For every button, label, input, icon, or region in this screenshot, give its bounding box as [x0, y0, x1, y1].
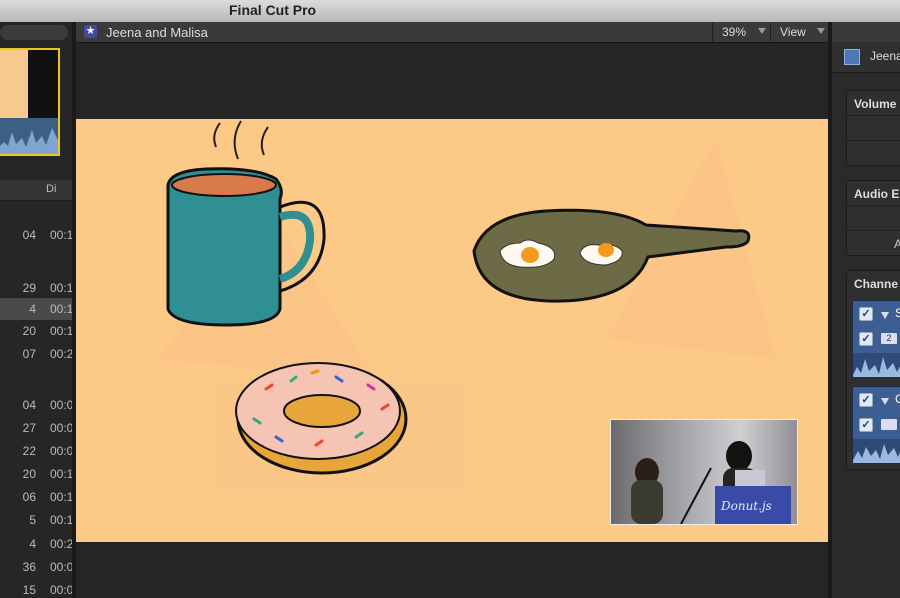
duration-column-header[interactable]: Di: [46, 183, 56, 195]
browser-list-row[interactable]: 06 00:1: [0, 486, 72, 508]
channel-checkbox[interactable]: ✓: [859, 307, 873, 321]
browser-list-row[interactable]: 36 00:0: [0, 556, 72, 578]
thumbnail-audio-waveform: [0, 118, 58, 154]
clip-name-cell: 4: [29, 302, 36, 316]
volume-header[interactable]: Volume: [854, 97, 896, 111]
duration-cell: 00:0: [50, 583, 72, 597]
inspector-header: Jeena: [832, 42, 900, 73]
duration-cell: 00:2: [50, 347, 72, 361]
section-divider: [847, 230, 900, 231]
project-title: Jeena and Malisa: [106, 25, 208, 40]
clip-name-cell: 20: [22, 324, 36, 338]
channel-checkbox[interactable]: ✓: [859, 332, 873, 346]
selected-clip-thumbnail[interactable]: [0, 48, 60, 156]
browser-list-row[interactable]: 27 00:0: [0, 417, 72, 439]
browser-list-row[interactable]: 20 00:1: [0, 320, 72, 342]
waveform-icon: [853, 357, 900, 377]
duration-cell: 00:0: [50, 421, 72, 435]
mono-channel-icon: [881, 419, 897, 430]
clip-name-cell: 5: [29, 513, 36, 527]
clip-name-cell: 06: [22, 490, 36, 504]
clip-name-cell: 20: [22, 467, 36, 481]
clip-name-cell: 36: [22, 560, 36, 574]
browser-list-row[interactable]: 04 00:0: [0, 394, 72, 416]
duration-cell: 00:1: [50, 467, 72, 481]
channel-group-label: C: [895, 392, 900, 406]
clip-name-cell: 27: [22, 421, 36, 435]
thumbnail-image: [0, 50, 28, 118]
audio-analysis-label: A: [894, 237, 900, 251]
view-menu[interactable]: View: [780, 25, 806, 39]
podium-sign: Donut.js: [721, 499, 772, 513]
browser-list-row[interactable]: 22 00:0: [0, 440, 72, 462]
toolbar-divider: [770, 22, 771, 42]
section-divider: [847, 205, 900, 206]
channel-group-label: S: [895, 306, 900, 320]
duration-cell: 00:2: [50, 537, 72, 551]
section-divider: [847, 140, 900, 141]
browser-list-header[interactable]: Di: [0, 180, 72, 201]
picture-in-picture-video[interactable]: Donut.js: [610, 419, 798, 525]
volume-section: Volume: [846, 90, 900, 166]
chevron-down-icon[interactable]: [758, 28, 766, 34]
duration-cell: 00:1: [50, 302, 72, 316]
star-icon: ★: [84, 25, 97, 38]
zoom-menu[interactable]: 39%: [722, 25, 746, 39]
browser-list-row[interactable]: 20 00:1: [0, 463, 72, 485]
disclosure-triangle-icon[interactable]: [881, 312, 889, 319]
app-title: Final Cut Pro: [229, 2, 317, 18]
duration-cell: 00:0: [50, 444, 72, 458]
clip-name-cell: 15: [22, 583, 36, 597]
channel-waveform: [853, 353, 900, 377]
event-browser: Di 04 00:1 29 00:1 4 00:1 20 00:1 07 00:2 04 00:0 27…: [0, 22, 72, 598]
channel-waveform: [853, 439, 900, 463]
browser-list-row[interactable]: 5 00:1: [0, 509, 72, 531]
duration-cell: 00:1: [50, 228, 72, 242]
audio-enhancements-section: Audio E A: [846, 180, 900, 256]
duration-cell: 00:1: [50, 513, 72, 527]
channel-configuration-header[interactable]: Channe: [854, 277, 898, 291]
clip-name-cell: 4: [29, 537, 36, 551]
browser-list-row[interactable]: 07 00:2: [0, 343, 72, 365]
browser-list-row[interactable]: 4 00:1: [0, 298, 72, 320]
waveform-icon: [853, 444, 900, 463]
browser-list-row[interactable]: 29 00:1: [0, 277, 72, 299]
browser-search-field[interactable]: [0, 25, 68, 40]
browser-list-row[interactable]: 15 00:0: [0, 579, 72, 598]
inspector-clip-name: Jeena: [870, 49, 900, 63]
clip-name-cell: 04: [22, 398, 36, 412]
stereo-channel-icon: 2: [881, 333, 897, 344]
donut-drawing: [235, 362, 408, 475]
inspector-toolbar: [832, 22, 900, 43]
duration-cell: 00:0: [50, 560, 72, 574]
clip-name-cell: 04: [22, 228, 36, 242]
menu-title-bar: Final Cut Pro: [0, 0, 900, 23]
clip-name-cell: 29: [22, 281, 36, 295]
duration-cell: 00:0: [50, 398, 72, 412]
clip-name-cell: 07: [22, 347, 36, 361]
chevron-down-icon[interactable]: [817, 28, 825, 34]
browser-list-row[interactable]: 04 00:1: [0, 224, 72, 246]
audio-enhancements-header[interactable]: Audio E: [854, 187, 899, 201]
toolbar-divider: [712, 22, 713, 42]
channel-group[interactable]: ✓ C ✓: [852, 386, 900, 464]
section-divider: [847, 115, 900, 116]
channel-checkbox[interactable]: ✓: [859, 393, 873, 407]
clip-name-cell: 22: [22, 444, 36, 458]
film-icon: [844, 49, 860, 65]
disclosure-triangle-icon[interactable]: [881, 398, 889, 405]
video-frame[interactable]: Donut.js: [76, 119, 828, 542]
duration-cell: 00:1: [50, 490, 72, 504]
duration-cell: 00:1: [50, 324, 72, 338]
viewer-toolbar: ★ Jeena and Malisa 39% View: [76, 22, 828, 43]
viewer: ★ Jeena and Malisa 39% View Donut.js: [76, 22, 828, 598]
inspector-pane: Jeena Volume Audio E A Channe ✓ S ✓ 2 ✓ …: [832, 22, 900, 598]
duration-cell: 00:1: [50, 281, 72, 295]
channel-checkbox[interactable]: ✓: [859, 418, 873, 432]
browser-list-row[interactable]: 4 00:2: [0, 533, 72, 555]
waveform-icon: [0, 128, 58, 154]
channel-group[interactable]: ✓ S ✓ 2: [852, 300, 900, 378]
